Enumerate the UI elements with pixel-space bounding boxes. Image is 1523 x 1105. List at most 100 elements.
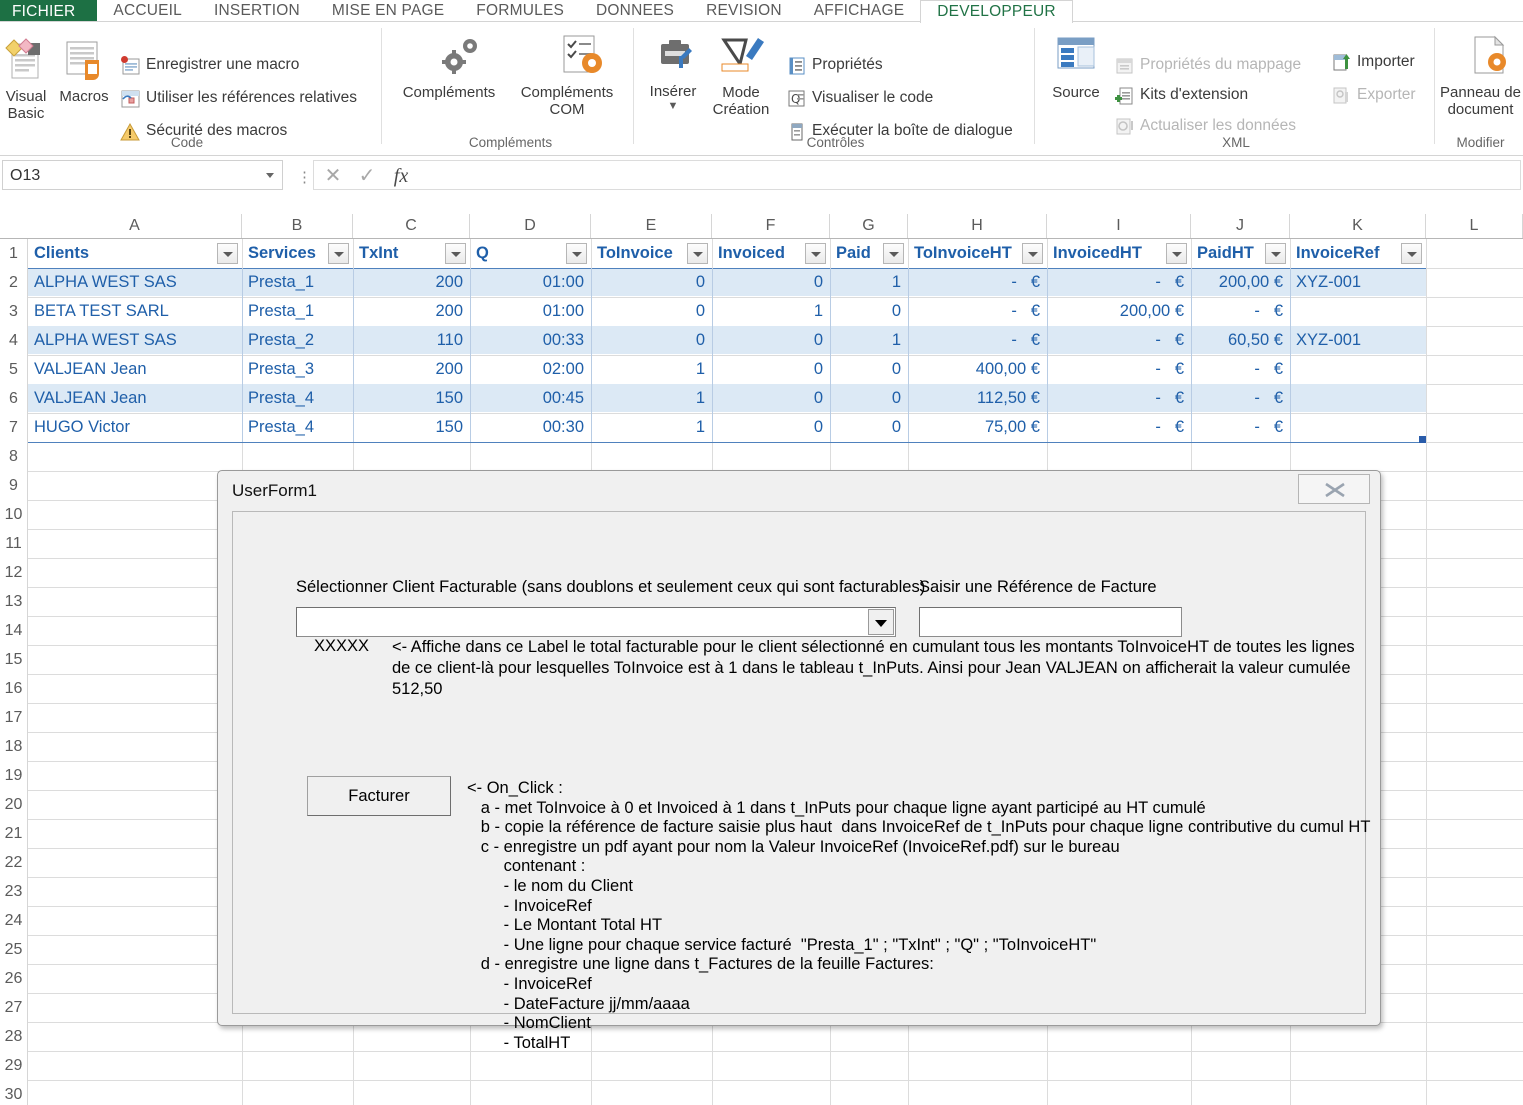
table-cell[interactable]: 112,50 €: [908, 384, 1047, 413]
table-cell[interactable]: - €: [1191, 384, 1290, 413]
row-header-10[interactable]: 10: [0, 500, 28, 529]
table-cell[interactable]: Presta_4: [242, 384, 353, 413]
table-cell[interactable]: 0: [591, 326, 712, 355]
table-cell[interactable]: Presta_3: [242, 355, 353, 384]
tab-developpeur[interactable]: DEVELOPPEUR: [920, 0, 1073, 23]
column-header-K[interactable]: K: [1290, 214, 1426, 238]
table-cell[interactable]: 75,00 €: [908, 413, 1047, 442]
column-header-H[interactable]: H: [908, 214, 1047, 238]
table-cell[interactable]: - €: [1047, 268, 1191, 297]
table-cell[interactable]: 00:45: [470, 384, 591, 413]
tab-mise-en-page[interactable]: MISE EN PAGE: [316, 0, 460, 22]
row-header-9[interactable]: 9: [0, 471, 28, 500]
filter-button-Clients[interactable]: [217, 243, 238, 264]
row-header-7[interactable]: 7: [0, 413, 28, 442]
table-cell[interactable]: - €: [908, 268, 1047, 297]
table-cell[interactable]: 0: [591, 268, 712, 297]
table-cell[interactable]: 0: [712, 355, 830, 384]
table-cell[interactable]: 150: [353, 384, 470, 413]
column-header-F[interactable]: F: [712, 214, 830, 238]
filter-button-PaidHT[interactable]: [1265, 243, 1286, 264]
row-header-18[interactable]: 18: [0, 732, 28, 761]
table-cell[interactable]: 1: [591, 355, 712, 384]
row-header-27[interactable]: 27: [0, 993, 28, 1022]
invoice-ref-input[interactable]: [919, 607, 1182, 637]
row-header-24[interactable]: 24: [0, 906, 28, 935]
map-properties-item[interactable]: Propriétés du mappage: [1116, 56, 1301, 74]
table-cell[interactable]: Presta_1: [242, 297, 353, 326]
table-cell[interactable]: 0: [591, 297, 712, 326]
table-cell[interactable]: 60,50 €: [1191, 326, 1290, 355]
cancel-icon[interactable]: ✕: [318, 164, 348, 188]
row-header-1[interactable]: 1: [0, 239, 28, 268]
row-header-28[interactable]: 28: [0, 1022, 28, 1051]
formula-input[interactable]: [426, 160, 1521, 190]
table-cell[interactable]: 0: [712, 413, 830, 442]
column-header-G[interactable]: G: [830, 214, 908, 238]
table-cell[interactable]: - €: [1191, 413, 1290, 442]
table-cell[interactable]: 0: [712, 268, 830, 297]
design-mode-button[interactable]: Mode Création: [706, 34, 776, 118]
tab-donnees[interactable]: DONNEES: [580, 0, 690, 22]
record-macro-item[interactable]: Enregistrer une macro: [121, 56, 299, 75]
tab-fichier[interactable]: FICHIER: [0, 0, 98, 23]
row-header-12[interactable]: 12: [0, 558, 28, 587]
table-cell[interactable]: - €: [1191, 297, 1290, 326]
row-header-19[interactable]: 19: [0, 761, 28, 790]
row-header-26[interactable]: 26: [0, 964, 28, 993]
row-header-16[interactable]: 16: [0, 674, 28, 703]
table-cell[interactable]: ALPHA WEST SAS: [28, 326, 242, 355]
table-cell[interactable]: 01:00: [470, 297, 591, 326]
facturer-button[interactable]: Facturer: [307, 776, 451, 816]
table-cell[interactable]: 1: [591, 413, 712, 442]
table-cell[interactable]: 200: [353, 297, 470, 326]
column-header-J[interactable]: J: [1191, 214, 1290, 238]
row-header-29[interactable]: 29: [0, 1051, 28, 1080]
filter-button-TxInt[interactable]: [445, 243, 466, 264]
filter-button-InvoiceRef[interactable]: [1401, 243, 1422, 264]
filter-button-Paid[interactable]: [883, 243, 904, 264]
column-header-L[interactable]: L: [1426, 214, 1523, 238]
table-cell[interactable]: 200,00 €: [1047, 297, 1191, 326]
table-cell[interactable]: 150: [353, 413, 470, 442]
fx-icon[interactable]: fx: [386, 164, 416, 188]
tab-insertion[interactable]: INSERTION: [198, 0, 316, 22]
row-header-6[interactable]: 6: [0, 384, 28, 413]
table-cell[interactable]: BETA TEST SARL: [28, 297, 242, 326]
relative-references-item[interactable]: Utiliser les références relatives: [121, 89, 357, 108]
table-cell[interactable]: Presta_2: [242, 326, 353, 355]
table-cell[interactable]: 110: [353, 326, 470, 355]
row-header-15[interactable]: 15: [0, 645, 28, 674]
tab-revision[interactable]: REVISION: [690, 0, 798, 22]
column-header-C[interactable]: C: [353, 214, 470, 238]
row-header-21[interactable]: 21: [0, 819, 28, 848]
filter-button-Invoiced[interactable]: [805, 243, 826, 264]
table-cell[interactable]: 0: [830, 297, 908, 326]
row-header-5[interactable]: 5: [0, 355, 28, 384]
row-header-30[interactable]: 30: [0, 1080, 28, 1105]
table-cell[interactable]: ALPHA WEST SAS: [28, 268, 242, 297]
xml-source-button[interactable]: Source: [1042, 34, 1110, 101]
table-cell[interactable]: VALJEAN Jean: [28, 384, 242, 413]
name-box-chevron-down-icon[interactable]: [266, 173, 274, 178]
table-cell[interactable]: 02:00: [470, 355, 591, 384]
table-cell[interactable]: 200: [353, 268, 470, 297]
column-header-D[interactable]: D: [470, 214, 591, 238]
table-resize-handle[interactable]: [1419, 436, 1426, 443]
tab-affichage[interactable]: AFFICHAGE: [798, 0, 921, 22]
table-cell[interactable]: 00:30: [470, 413, 591, 442]
table-cell[interactable]: - €: [1047, 413, 1191, 442]
filter-button-ToInvoiceHT[interactable]: [1022, 243, 1043, 264]
table-cell[interactable]: Presta_1: [242, 268, 353, 297]
properties-item[interactable]: Propriétés: [788, 56, 883, 75]
table-cell[interactable]: XYZ-001: [1290, 326, 1426, 355]
filter-button-Q[interactable]: [566, 243, 587, 264]
macros-button[interactable]: Macros: [55, 36, 113, 105]
row-header-3[interactable]: 3: [0, 297, 28, 326]
row-header-22[interactable]: 22: [0, 848, 28, 877]
table-cell[interactable]: 01:00: [470, 268, 591, 297]
table-cell[interactable]: 0: [712, 326, 830, 355]
column-header-I[interactable]: I: [1047, 214, 1191, 238]
addins-button[interactable]: Compléments: [393, 32, 505, 101]
row-header-2[interactable]: 2: [0, 268, 28, 297]
